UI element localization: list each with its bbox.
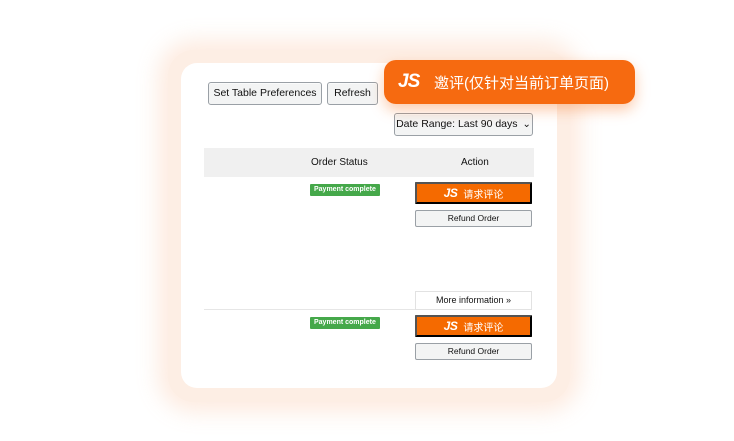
refund-order-button[interactable]: Refund Order [415, 343, 532, 360]
request-review-button[interactable]: JS 请求评论 [415, 315, 532, 337]
set-table-preferences-button[interactable]: Set Table Preferences [208, 82, 322, 105]
table-header: Order Status Action [204, 148, 534, 177]
review-invite-tooltip: JS 邀评(仅针对当前订单页面) [384, 60, 635, 104]
tooltip-text: 邀评(仅针对当前订单页面) [434, 74, 609, 92]
more-information-label: More information [435, 295, 504, 305]
date-range-dropdown[interactable]: Date Range: Last 90 days ⌄ [394, 113, 533, 136]
js-logo-icon: JS [443, 319, 458, 333]
status-badge: Payment complete [310, 317, 380, 329]
more-information-button[interactable]: More information » [415, 291, 532, 310]
column-order-status: Order Status [311, 157, 368, 168]
refresh-button[interactable]: Refresh [327, 82, 378, 105]
row-divider [204, 309, 415, 310]
chevron-down-icon: ⌄ [522, 119, 531, 130]
request-review-button[interactable]: JS 请求评论 [415, 182, 532, 204]
status-badge: Payment complete [310, 184, 380, 196]
js-logo-icon: JS [398, 71, 420, 92]
column-action: Action [461, 157, 489, 168]
js-logo-icon: JS [443, 186, 458, 200]
refund-order-button[interactable]: Refund Order [415, 210, 532, 227]
request-review-label: 请求评论 [463, 189, 504, 201]
request-review-label: 请求评论 [463, 322, 504, 334]
chevron-double-down-icon: » [506, 295, 512, 305]
date-range-label: Date Range: Last 90 days [396, 118, 518, 130]
